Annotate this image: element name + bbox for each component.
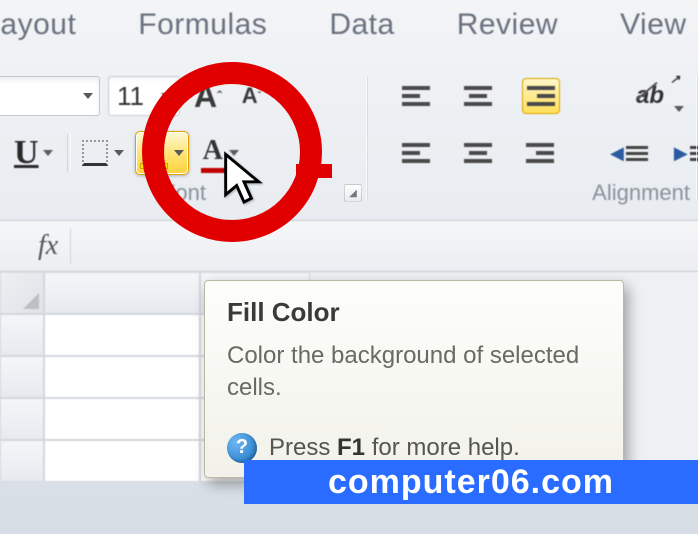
font-color-icon: A [203,135,223,171]
chevron-down-icon [83,93,93,99]
row-header[interactable] [0,314,44,356]
alignment-group-label: Alignment [368,180,698,206]
align-right-button[interactable] [522,135,558,171]
tab-review[interactable]: Review [457,8,558,42]
borders-button[interactable] [81,131,125,175]
borders-icon [82,140,108,166]
row-header[interactable] [0,356,44,398]
tooltip-help: ? Press F1 for more help. [227,433,601,463]
cell[interactable] [44,398,200,440]
tooltip-title: Fill Color [227,297,601,328]
row-header[interactable] [0,398,44,440]
formula-bar[interactable]: fx [0,220,698,272]
grow-font-button[interactable]: Aˆ [188,74,228,119]
cell[interactable] [44,356,200,398]
shrink-font-button[interactable]: Aˇ [236,79,267,113]
fill-color-button[interactable] [135,131,189,175]
tab-data[interactable]: Data [329,8,394,42]
alignment-group: ab↗ ◀ ▶ Alignment [368,70,698,208]
help-icon: ? [227,433,257,463]
font-group-label: Font [0,180,368,206]
tooltip-fill-color: Fill Color Color the background of selec… [204,280,624,478]
ribbon-tabs: ge Layout Formulas Data Review View [0,0,698,66]
font-dialog-launcher[interactable]: ◢ [344,184,362,202]
align-left-button[interactable] [398,135,434,171]
chevron-down-icon [229,150,239,156]
chevron-down-icon [114,150,124,156]
tooltip-body: Color the background of selected cells. [227,340,601,405]
row-header[interactable] [0,440,44,482]
separator [67,134,71,172]
tab-view[interactable]: View [620,8,686,42]
cell[interactable] [44,440,200,482]
align-top-left-button[interactable] [398,78,434,114]
tab-formulas[interactable]: Formulas [138,8,267,42]
tab-page-layout[interactable]: ge Layout [0,8,76,42]
chevron-down-icon [674,106,684,112]
watermark: computer06.com [244,460,698,504]
select-all-corner[interactable] [0,272,44,314]
font-color-button[interactable]: A [199,131,243,175]
chevron-down-icon [174,150,184,156]
align-center-button[interactable] [460,135,496,171]
align-top-right-button[interactable] [522,78,560,114]
fx-label: fx [26,228,71,264]
column-header[interactable] [44,272,200,314]
ribbon: 11 Aˆ Aˇ U [0,66,698,220]
font-group: 11 Aˆ Aˇ U [0,70,368,208]
cell[interactable] [44,314,200,356]
increase-indent-button[interactable]: ▶ [674,143,698,164]
align-top-center-button[interactable] [460,78,496,114]
orientation-button[interactable]: ab↗ [632,78,668,114]
chevron-down-icon [161,93,171,99]
paint-bucket-icon [140,139,168,167]
chevron-down-icon [43,150,53,156]
decrease-indent-button[interactable]: ◀ [610,143,648,164]
underline-button[interactable]: U [10,134,57,172]
font-name-dropdown[interactable] [0,76,100,116]
font-size-input[interactable]: 11 [108,76,180,116]
font-size-value: 11 [117,81,144,112]
